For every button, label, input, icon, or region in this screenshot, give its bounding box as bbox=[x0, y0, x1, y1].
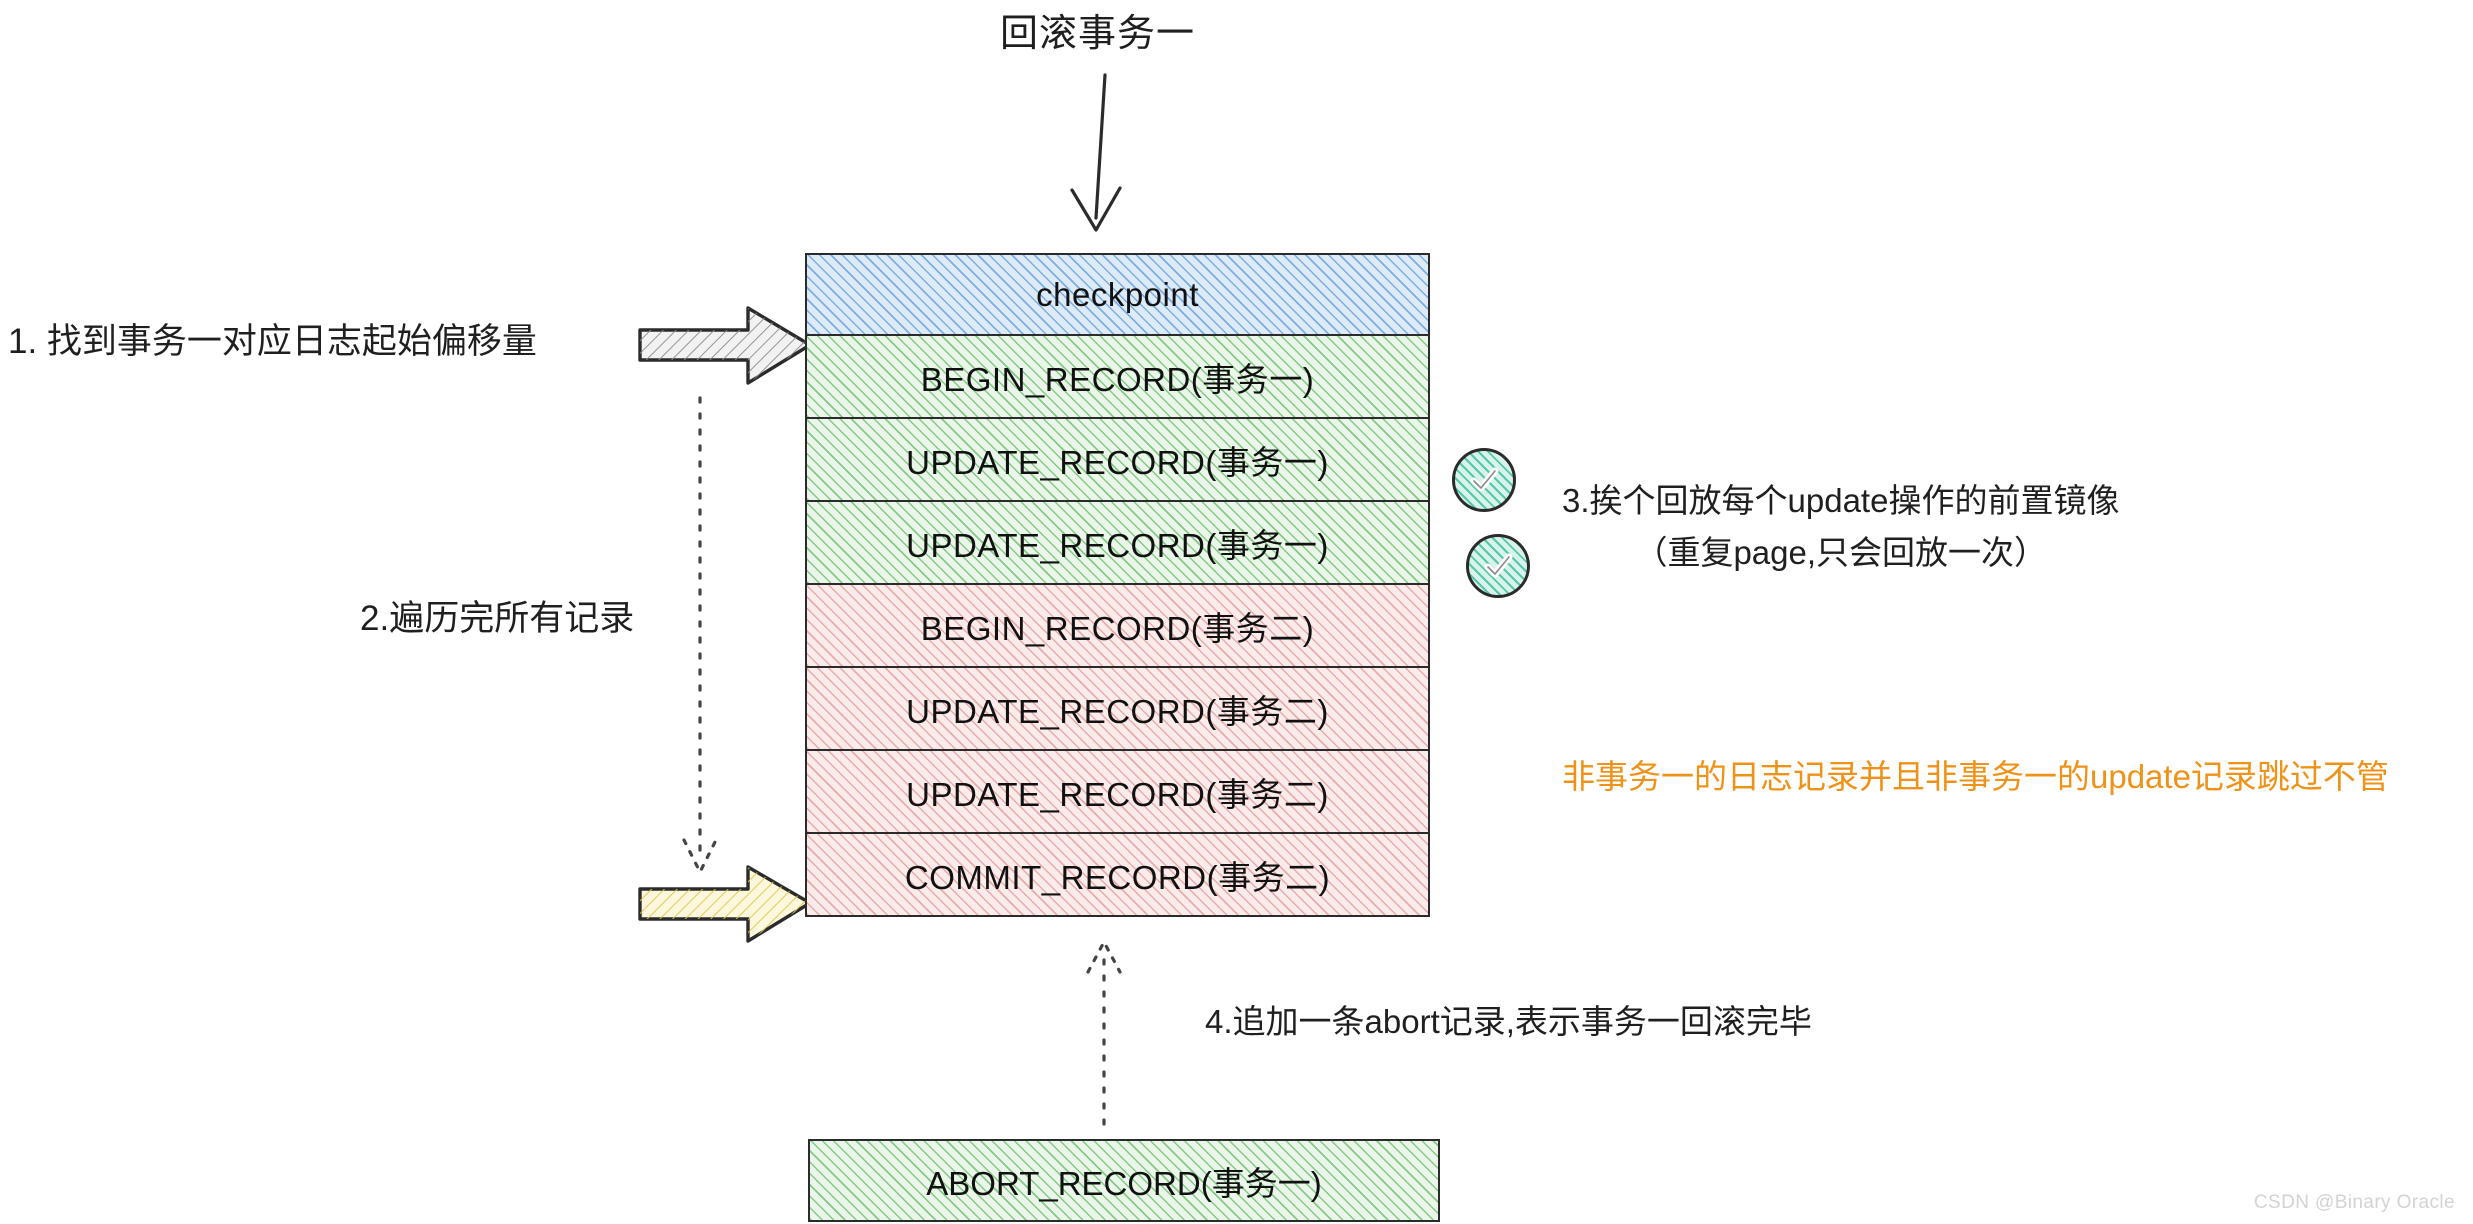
note-skip-non-tx1: 非事务一的日志记录并且非事务一的update记录跳过不管 bbox=[1562, 758, 2389, 795]
top-arrow-icon bbox=[1070, 73, 1122, 232]
log-row-label: UPDATE_RECORD(事务二) bbox=[906, 775, 1329, 813]
note-step-3-line-1: 3.挨个回放每个update操作的前置镜像 bbox=[1562, 482, 2120, 519]
watermark: CSDN @Binary Oracle bbox=[2253, 1192, 2455, 1213]
log-row-checkpoint: checkpoint bbox=[805, 253, 1430, 336]
note-step-3-line-2: （重复page,只会回放一次） bbox=[1634, 534, 2048, 571]
log-row-label: COMMIT_RECORD(事务二) bbox=[904, 858, 1331, 896]
log-row-update-tx1-b: UPDATE_RECORD(事务一) bbox=[805, 502, 1430, 585]
grey-arrow-icon bbox=[638, 306, 812, 385]
log-record-table: checkpoint BEGIN_RECORD(事务一) UPDATE_RECORD… bbox=[805, 253, 1430, 917]
note-step-4: 4.追加一条abort记录,表示事务一回滚完毕 bbox=[1205, 1003, 1812, 1040]
log-row-label: BEGIN_RECORD(事务一) bbox=[920, 360, 1315, 398]
abort-record-label: ABORT_RECORD(事务一) bbox=[926, 1164, 1322, 1202]
log-row-label: UPDATE_RECORD(事务一) bbox=[906, 443, 1329, 481]
check-circle-icon bbox=[1452, 448, 1516, 512]
yellow-arrow-icon bbox=[638, 865, 812, 943]
dotted-arrow-up-icon bbox=[1086, 940, 1122, 1126]
diagram-canvas: 回滚事务一 checkpoint BEGIN_RECORD(事务一) UPDATE_… bbox=[0, 0, 2473, 1224]
log-row-update-tx1-a: UPDATE_RECORD(事务一) bbox=[805, 419, 1430, 502]
note-step-2: 2.遍历完所有记录 bbox=[360, 599, 635, 638]
dotted-arrow-down-icon bbox=[682, 396, 718, 874]
log-row-label: UPDATE_RECORD(事务一) bbox=[906, 526, 1329, 564]
check-circle-icon bbox=[1466, 534, 1530, 598]
abort-record-box: ABORT_RECORD(事务一) bbox=[808, 1139, 1440, 1222]
note-step-1: 1. 找到事务一对应日志起始偏移量 bbox=[8, 322, 537, 361]
log-row-commit-tx2: COMMIT_RECORD(事务二) bbox=[805, 834, 1430, 917]
log-row-label: checkpoint bbox=[1036, 275, 1199, 313]
page-title: 回滚事务一 bbox=[1000, 13, 1196, 55]
log-row-label: BEGIN_RECORD(事务二) bbox=[920, 609, 1315, 647]
log-row-update-tx2-a: UPDATE_RECORD(事务二) bbox=[805, 668, 1430, 751]
log-row-update-tx2-b: UPDATE_RECORD(事务二) bbox=[805, 751, 1430, 834]
log-row-begin-tx2: BEGIN_RECORD(事务二) bbox=[805, 585, 1430, 668]
log-row-begin-tx1: BEGIN_RECORD(事务一) bbox=[805, 336, 1430, 419]
log-row-label: UPDATE_RECORD(事务二) bbox=[906, 692, 1329, 730]
note-step-3: 3.挨个回放每个update操作的前置镜像 （重复page,只会回放一次） bbox=[1562, 475, 2119, 579]
